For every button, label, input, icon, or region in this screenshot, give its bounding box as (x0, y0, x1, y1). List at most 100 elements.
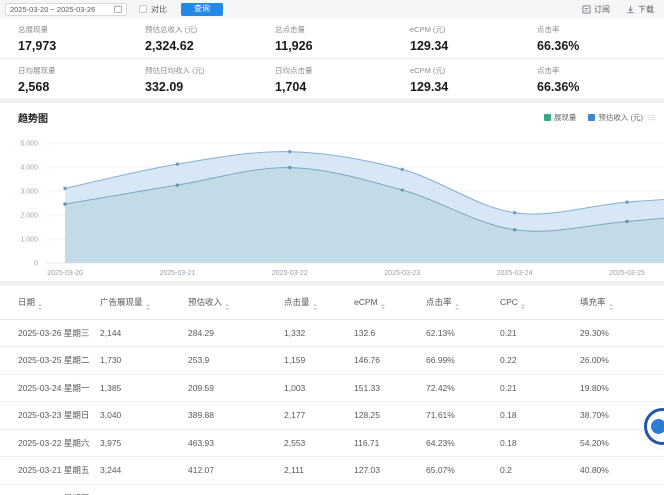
table-cell: 132.6 (354, 319, 426, 347)
table-cell: 463.93 (188, 429, 284, 457)
table-cell: 72.42% (426, 374, 500, 402)
legend-label: 展现量 (554, 112, 577, 123)
sort-desc-icon (313, 308, 317, 310)
kpi-label: 日均点击量 (275, 65, 410, 76)
subscribe-button[interactable]: 订阅 (582, 4, 610, 15)
table-cell: 1,730 (100, 347, 188, 375)
date-range-picker[interactable]: 2025-03-20 ~ 2025-03-26 (5, 3, 127, 16)
table-row: 2025-03-26 星期三2,144284.291,332132.662.13… (0, 319, 664, 347)
column-header-label: 点击率 (426, 297, 452, 307)
sort-asc-icon (225, 304, 229, 306)
kpi-value: 11,926 (275, 39, 410, 53)
table-cell: 284.29 (188, 319, 284, 347)
y-axis-tick: 5,000 (20, 141, 38, 148)
sort-icon[interactable] (225, 304, 229, 310)
sort-desc-icon (225, 308, 229, 310)
column-header-日期[interactable]: 日期 (0, 286, 100, 319)
column-header-label: 点击量 (284, 297, 310, 307)
data-point (176, 183, 179, 186)
sort-icon[interactable] (38, 304, 42, 310)
data-point (176, 162, 179, 165)
kpi-value: 332.09 (145, 80, 275, 94)
table-cell: 389.88 (188, 402, 284, 430)
kpi-label: 总展现量 (18, 24, 145, 35)
compare-checkbox[interactable]: 对比 (139, 4, 167, 15)
table-cell: 1,003 (284, 374, 354, 402)
column-header-广告展现量[interactable]: 广告展现量 (100, 286, 188, 319)
table-cell: 64.81% (426, 484, 500, 495)
data-point (401, 168, 404, 171)
table-cell: 128.25 (354, 402, 426, 430)
sort-icon[interactable] (455, 304, 459, 310)
x-axis-tick: 2025-03-22 (272, 270, 308, 277)
compare-label: 对比 (151, 4, 167, 15)
kpi-label: eCPM (元) (410, 65, 537, 76)
download-button[interactable]: 下载 (626, 4, 654, 15)
kpi-cell: eCPM (元) 129.34 (410, 65, 537, 94)
table-cell: 1,385 (100, 374, 188, 402)
sort-icon[interactable] (146, 304, 150, 310)
assistant-icon (651, 419, 664, 434)
table-cell: 1,591 (284, 484, 354, 495)
checkbox-box[interactable] (139, 5, 147, 13)
sort-asc-icon (313, 304, 317, 306)
kpi-cell: 日均展现量2,568 (18, 65, 145, 94)
table-cell: 116.71 (354, 429, 426, 457)
legend-item[interactable]: 预估收入 (元) (588, 112, 643, 123)
y-axis-tick: 0 (34, 261, 38, 268)
table-cell: 2025-03-26 星期三 (0, 319, 100, 347)
column-header-label: 日期 (18, 297, 35, 307)
query-button[interactable]: 查询 (181, 3, 223, 16)
chart-toolbox-icon[interactable] (647, 113, 656, 122)
table-cell: 0.21 (500, 319, 580, 347)
legend-swatch (544, 114, 551, 121)
kpi-value: 66.36% (537, 39, 664, 53)
sort-asc-icon (146, 304, 150, 306)
table-row: 2025-03-20 星期四2,455310.961,591126.6664.8… (0, 484, 664, 495)
table-cell: 30.50% (580, 484, 664, 495)
kpi-row-2: 日均展现量2,568预估日均收入 (元)332.09日均点击量1,704eCPM… (0, 58, 664, 98)
sort-desc-icon (38, 308, 42, 310)
sort-desc-icon (146, 308, 150, 310)
kpi-value: 129.34 (410, 39, 537, 53)
sort-asc-icon (455, 304, 459, 306)
data-point (625, 220, 628, 223)
kpi-value: 1,704 (275, 80, 410, 94)
sort-icon[interactable] (521, 304, 525, 310)
kpi-label: 点击率 (537, 65, 664, 76)
column-header-填充率[interactable]: 填充率 (580, 286, 664, 319)
sort-icon[interactable] (381, 304, 385, 310)
kpi-label: 总点击量 (275, 24, 410, 35)
calendar-icon (114, 5, 122, 13)
sort-desc-icon (609, 308, 613, 310)
table-cell: 1,332 (284, 319, 354, 347)
kpi-label: 日均展现量 (18, 65, 145, 76)
data-point (513, 211, 516, 214)
kpi-cell: 点击率66.36% (537, 65, 664, 94)
trend-chart[interactable]: 01,0002,0003,0004,0005,0002025-03-202025… (0, 123, 664, 281)
table-cell: 2025-03-20 星期四 (0, 484, 100, 495)
column-header-点击量[interactable]: 点击量 (284, 286, 354, 319)
column-header-预估收入[interactable]: 预估收入 (188, 286, 284, 319)
data-point (63, 202, 66, 205)
kpi-cell: 总点击量 11,926 (275, 24, 410, 53)
kpi-label: eCPM (元) (410, 24, 537, 35)
legend-item[interactable]: 展现量 (544, 112, 577, 123)
column-header-eCPM[interactable]: eCPM (354, 286, 426, 319)
table-cell: 0.22 (500, 347, 580, 375)
table-cell: 0.21 (500, 374, 580, 402)
table-row: 2025-03-24 星期一1,385209.591,003151.3372.4… (0, 374, 664, 402)
x-axis-tick: 2025-03-23 (384, 270, 420, 277)
x-axis-tick: 2025-03-25 (609, 270, 645, 277)
sort-icon[interactable] (609, 304, 613, 310)
table-cell: 2,455 (100, 484, 188, 495)
column-header-点击率[interactable]: 点击率 (426, 286, 500, 319)
table-cell: 2,144 (100, 319, 188, 347)
table-cell: 40.80% (580, 457, 664, 485)
kpi-value: 129.34 (410, 80, 537, 94)
table-header-row: 日期 广告展现量预估收入点击量 eCPM点击率 CPC填充率 (0, 286, 664, 319)
sort-icon[interactable] (313, 304, 317, 310)
data-point (401, 188, 404, 191)
column-header-CPC[interactable]: CPC (500, 286, 580, 319)
table-cell: 412.07 (188, 457, 284, 485)
